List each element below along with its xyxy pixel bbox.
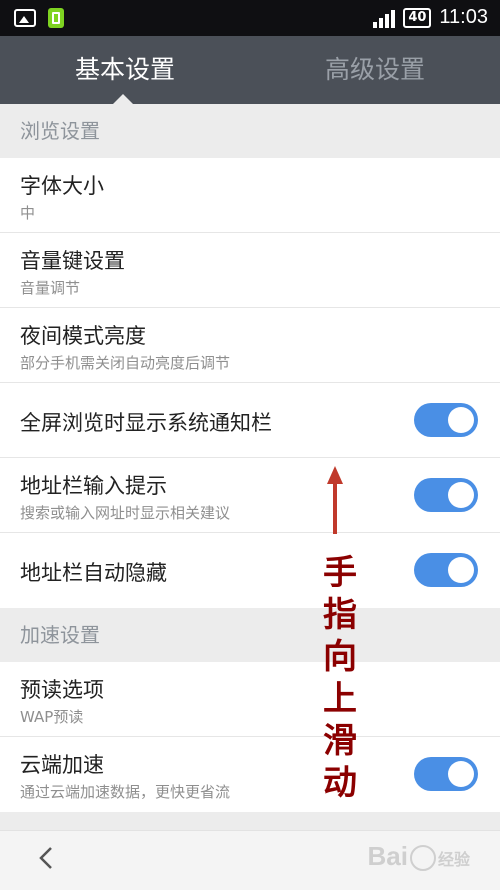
status-left-icons: [14, 8, 64, 28]
section-header-browse: 浏览设置: [0, 104, 500, 158]
toggle-switch[interactable]: [414, 403, 478, 437]
battery-icon: 40: [403, 7, 432, 28]
setting-subtitle: 部分手机需关闭自动亮度后调节: [20, 354, 231, 372]
setting-fullscreen-notification[interactable]: 全屏浏览时显示系统通知栏: [0, 383, 500, 458]
setting-night-brightness[interactable]: 夜间模式亮度 部分手机需关闭自动亮度后调节: [0, 308, 500, 383]
setting-title: 云端加速: [20, 753, 104, 777]
settings-tab-bar: 基本设置 高级设置: [0, 36, 500, 104]
setting-subtitle: 搜索或输入网址时显示相关建议: [20, 504, 231, 522]
toggle-switch[interactable]: [414, 478, 478, 512]
gallery-icon: [14, 9, 36, 27]
instruction-char: 动: [323, 763, 357, 803]
toggle-switch[interactable]: [414, 757, 478, 791]
setting-title: 夜间模式亮度: [20, 324, 146, 348]
bottom-nav-bar: Bai 经验: [0, 830, 500, 890]
swipe-up-arrow-icon: [327, 466, 343, 534]
toggle-knob: [448, 482, 474, 508]
setting-font-size[interactable]: 字体大小 中: [0, 158, 500, 233]
setting-subtitle: WAP预读: [20, 708, 84, 726]
chevron-left-icon[interactable]: [36, 847, 58, 869]
setting-address-suggestions[interactable]: 地址栏输入提示 搜索或输入网址时显示相关建议: [0, 458, 500, 533]
baidu-watermark: Bai 经验: [368, 841, 470, 872]
toggle-switch[interactable]: [414, 553, 478, 587]
toggle-knob: [448, 557, 474, 583]
setting-title: 地址栏自动隐藏: [20, 561, 167, 585]
battery-app-icon: [48, 8, 64, 28]
setting-title: 预读选项: [20, 678, 104, 702]
status-bar: 40 11:03: [0, 0, 500, 36]
paw-icon: [409, 845, 436, 872]
toggle-knob: [448, 407, 474, 433]
signal-icon: [373, 8, 396, 28]
status-right-icons: 40 11:03: [373, 6, 488, 29]
setting-subtitle: 通过云端加速数据，更快更省流: [20, 783, 231, 801]
setting-address-autohide[interactable]: 地址栏自动隐藏: [0, 533, 500, 608]
setting-cloud-acceleration[interactable]: 云端加速 通过云端加速数据，更快更省流: [0, 737, 500, 812]
setting-preread[interactable]: 预读选项 WAP预读: [0, 662, 500, 737]
instruction-char: 向: [323, 637, 357, 677]
tab-advanced-settings[interactable]: 高级设置: [250, 36, 500, 104]
setting-title: 地址栏输入提示: [20, 474, 167, 498]
toggle-knob: [448, 761, 474, 787]
setting-title: 全屏浏览时显示系统通知栏: [20, 411, 272, 435]
instruction-char: 滑: [323, 721, 357, 761]
setting-subtitle: 中: [20, 204, 36, 222]
instruction-char: 指: [323, 595, 357, 635]
section-header-next-partial: [0, 812, 500, 832]
status-time: 11:03: [439, 6, 488, 28]
active-tab-indicator: [113, 94, 133, 104]
swipe-instruction: 手 指 向 上 滑 动: [320, 552, 360, 804]
instruction-char: 手: [323, 553, 357, 593]
setting-title: 音量键设置: [20, 249, 125, 273]
watermark-suffix: 经验: [437, 852, 470, 870]
setting-title: 字体大小: [20, 174, 104, 198]
setting-volume-key[interactable]: 音量键设置 音量调节: [0, 233, 500, 308]
setting-subtitle: 音量调节: [20, 279, 81, 297]
instruction-char: 上: [323, 679, 357, 719]
watermark-prefix: Bai: [367, 841, 408, 871]
section-header-acceleration: 加速设置: [0, 608, 500, 662]
